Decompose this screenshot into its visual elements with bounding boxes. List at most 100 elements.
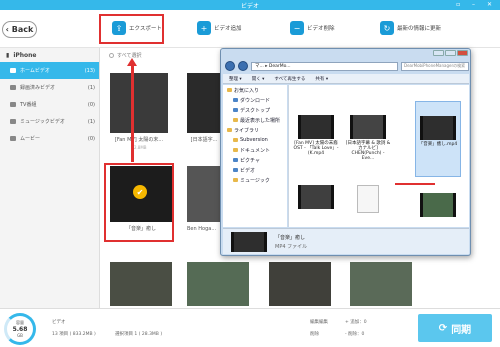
- explorer-window-controls[interactable]: [433, 50, 468, 56]
- nav-subversion[interactable]: Subversion: [223, 135, 287, 145]
- refresh-button[interactable]: ↻ 最新の情報に更新: [380, 21, 441, 35]
- nav-label: ピクチャ: [240, 157, 260, 164]
- delete-video-button[interactable]: − ビデオ削除: [290, 21, 335, 35]
- nav-documents[interactable]: ドキュメント: [223, 145, 287, 155]
- sync-label: 同期: [451, 324, 472, 336]
- title-bar: ビデオ ▫ – ✕: [0, 0, 500, 10]
- address-bar: マ... ▸ DearMo... DearMobiPhoneManagerの検索: [225, 60, 469, 72]
- window-title: ビデオ: [240, 3, 259, 10]
- arrow-shaft: [131, 62, 134, 162]
- pictures-icon: [233, 158, 238, 162]
- window-controls[interactable]: ▫ – ✕: [456, 1, 497, 8]
- file-item[interactable]: [345, 185, 391, 215]
- nav-videos[interactable]: ビデオ: [223, 165, 287, 175]
- nav-music[interactable]: ミュージック: [223, 175, 287, 185]
- video-file-thumbnail: [298, 115, 334, 139]
- file-name: [Fan MV] 太陽の末裔 OST - 「Talk Love」- (K.mp4: [293, 141, 339, 156]
- sidebar-item-count: (0): [87, 101, 95, 108]
- back-button[interactable]: ‹ Back: [2, 21, 37, 38]
- add-video-button[interactable]: + ビデオ追加: [197, 21, 242, 35]
- back-nav-icon[interactable]: [225, 61, 235, 71]
- selected-highlight: [104, 163, 174, 242]
- video-title: [日本語字...: [190, 137, 218, 143]
- video-file-thumbnail: [298, 185, 334, 209]
- video-thumbnail[interactable]: Ben Hoga...: [187, 166, 221, 232]
- sidebar-item-home-video[interactable]: ホームビデオ (13): [0, 62, 99, 79]
- tv-icon: [10, 102, 16, 107]
- nav-download[interactable]: ダウンロード: [223, 95, 287, 105]
- file-item-selected[interactable]: 「音楽」癒し.mp4: [415, 101, 461, 177]
- category-label: ビデオ: [52, 320, 66, 325]
- sidebar-item-label: ホームビデオ: [20, 68, 50, 74]
- video-thumbnail[interactable]: [日本語字...: [187, 73, 221, 143]
- add-video-label: ビデオ追加: [214, 26, 242, 32]
- open-menu[interactable]: 開く ▾: [252, 76, 265, 82]
- organize-menu[interactable]: 整理 ▾: [229, 76, 242, 82]
- details-pane: 「音楽」癒し MP4 ファイル: [223, 228, 469, 254]
- maximize-icon[interactable]: [445, 50, 456, 56]
- nav-desktop[interactable]: デスクトップ: [223, 105, 287, 115]
- explorer-window[interactable]: マ... ▸ DearMo... DearMobiPhoneManagerの検索…: [220, 48, 471, 256]
- video-title: Ben Hoga...: [187, 226, 217, 232]
- details-file-name: 「音楽」癒し: [275, 235, 306, 241]
- export-highlight: [99, 14, 164, 44]
- file-item[interactable]: [Fan MV] 太陽の末裔 OST - 「Talk Love」- (K.mp4: [293, 115, 339, 156]
- sidebar-item-music-video[interactable]: ミュージックビデオ (1): [0, 113, 99, 130]
- delete-video-icon: −: [290, 21, 304, 35]
- file-item[interactable]: [日本語字幕 & 歌詞 & カナルビ] CHEN(Punch) - Eve...: [345, 115, 391, 161]
- file-item[interactable]: [415, 193, 461, 219]
- video-thumbnail[interactable]: [350, 262, 412, 306]
- command-bar: 整理 ▾ 開く ▾ すべて再生する 共有 ▾: [223, 74, 469, 84]
- play-all-button[interactable]: すべて再生する: [274, 76, 305, 82]
- device-name: iPhone: [13, 51, 37, 59]
- pending-remove: - 削除：0: [345, 332, 365, 337]
- minimize-icon[interactable]: [433, 50, 444, 56]
- close-icon[interactable]: [457, 50, 468, 56]
- documents-icon: [233, 148, 238, 152]
- sidebar-item-movie[interactable]: ムービー (0): [0, 130, 99, 147]
- music-video-icon: [10, 119, 16, 124]
- sidebar-item-recorded[interactable]: 録画済みビデオ (1): [0, 79, 99, 96]
- selected-items: 選択項目 1 ( 28.3MB ): [115, 332, 163, 337]
- delete-video-label: ビデオ削除: [307, 26, 335, 32]
- device-header[interactable]: ▮ iPhone: [0, 48, 99, 62]
- forward-nav-icon[interactable]: [238, 61, 248, 71]
- add-video-icon: +: [197, 21, 211, 35]
- legend-edit: 編集編集: [310, 320, 328, 325]
- nav-label: 最近表示した場所: [240, 117, 281, 124]
- video-file-thumbnail: [420, 193, 456, 217]
- nav-label: デスクトップ: [240, 107, 271, 114]
- video-thumbnail[interactable]: [269, 262, 331, 306]
- sync-button[interactable]: ⟳ 同期: [418, 314, 492, 342]
- file-list: [Fan MV] 太陽の末裔 OST - 「Talk Love」- (K.mp4…: [288, 85, 469, 227]
- video-folder-icon: [233, 168, 238, 172]
- nav-library[interactable]: ライブラリ: [223, 125, 287, 135]
- download-icon: [233, 98, 238, 102]
- nav-favorites[interactable]: お気に入り: [223, 85, 287, 95]
- file-name: 「音楽」癒し.mp4: [418, 142, 458, 147]
- star-icon: [227, 88, 232, 92]
- nav-pictures[interactable]: ピクチャ: [223, 155, 287, 165]
- nav-label: お気に入り: [234, 87, 260, 94]
- sidebar-item-count: (1): [87, 118, 95, 125]
- file-item[interactable]: [293, 185, 339, 211]
- select-all-checkbox[interactable]: [109, 53, 114, 58]
- library-icon: [227, 128, 232, 132]
- nav-recent[interactable]: 最近表示した場所: [223, 115, 287, 125]
- video-thumbnail[interactable]: [110, 262, 172, 306]
- recorded-icon: [10, 85, 16, 90]
- video-thumbnail[interactable]: [Fan MV] 太陽の末... 32.8MB: [110, 73, 168, 150]
- nav-label: Subversion: [240, 137, 268, 143]
- address-input[interactable]: マ... ▸ DearMo...: [251, 61, 398, 71]
- legend-delete: 削除: [310, 332, 319, 337]
- sync-icon: ⟳: [438, 322, 448, 334]
- sidebar-item-tv[interactable]: TV番組 (0): [0, 96, 99, 113]
- share-menu[interactable]: 共有 ▾: [315, 76, 328, 82]
- video-thumbnail[interactable]: [187, 262, 249, 306]
- desktop-icon: [233, 108, 238, 112]
- capacity-gauge: 容量 5.68 GB: [4, 313, 36, 345]
- explorer-search-input[interactable]: DearMobiPhoneManagerの検索: [401, 61, 469, 71]
- sidebar-item-label: ミュージックビデオ: [20, 119, 65, 125]
- total-items: 13 項目 ( 833.2MB ): [52, 332, 96, 337]
- sidebar-item-count: (0): [87, 135, 95, 142]
